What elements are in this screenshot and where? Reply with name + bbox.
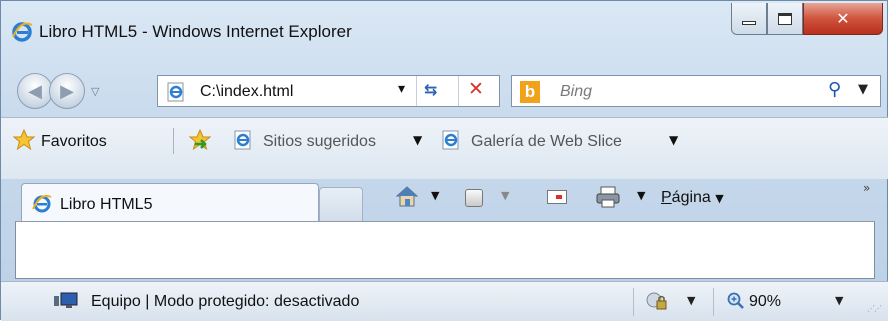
refresh-icon[interactable]: ⇆ [424,80,437,99]
new-tab-button[interactable] [319,187,363,221]
tab-libro-html5[interactable]: Libro HTML5 [21,183,319,221]
feeds-icon[interactable] [465,189,483,207]
divider [458,76,459,106]
computer-network-icon [54,292,78,308]
title-bar[interactable]: Libro HTML5 - Windows Internet Explorer … [1,1,888,63]
address-dropdown-icon[interactable]: ▾ [398,81,405,97]
address-bar[interactable]: C:\index.html ▾ ⇆ ✕ [157,75,500,107]
ie-icon [32,194,52,213]
favorites-bar: Favoritos Sitios sugeridos ▼ Galería de … [1,117,888,179]
favorites-label: Favoritos [41,133,107,150]
ie-page-icon [167,82,184,102]
status-text: Equipo | Modo protegido: desactivado [91,293,360,310]
divider [633,288,634,316]
page-menu-label: ágina [671,189,711,206]
tab-row: Libro HTML5 ▼ ▼ ▼ Página ▼ » [1,177,888,221]
maximize-button[interactable] [767,3,803,35]
ie-window: Libro HTML5 - Windows Internet Explorer … [0,0,888,321]
favorites-row: Favoritos Sitios sugeridos ▼ Galería de … [1,126,888,158]
web-slice-gallery-label: Galería de Web Slice [471,133,622,150]
divider [173,128,174,154]
feeds-dropdown-icon[interactable]: ▼ [501,189,509,202]
status-bar: Equipo | Modo protegido: desactivado ▼ 9… [1,281,888,321]
globe-lock-icon[interactable] [645,290,669,312]
page-menu-button[interactable]: Página ▼ [661,189,724,207]
search-options-dropdown-icon[interactable]: ▼ [858,82,868,97]
search-box[interactable]: b Bing ⚲ ▼ [511,75,881,107]
resize-grip-icon[interactable]: ⋰⋰ [867,304,882,313]
forward-button[interactable]: ▶ [49,73,85,109]
search-input[interactable]: Bing [560,83,592,101]
zoom-dropdown-icon[interactable]: ▼ [835,294,843,307]
ie-page-icon [234,130,251,150]
divider [713,288,714,316]
navigation-bar: ◀ ▶ ▽ C:\index.html ▾ ⇆ ✕ b Bing ⚲ ▼ [1,63,888,117]
protected-mode-dropdown-icon[interactable]: ▼ [687,294,695,307]
chevron-down-icon: ▼ [669,133,679,147]
chevron-down-icon: ▼ [413,133,423,147]
print-dropdown-icon[interactable]: ▼ [637,189,645,202]
stop-icon[interactable]: ✕ [468,78,484,100]
recent-pages-dropdown-icon[interactable]: ▽ [91,85,99,98]
home-icon[interactable] [395,185,419,209]
read-mail-icon[interactable] [547,190,567,204]
window-controls: ✕ [731,3,883,35]
home-dropdown-icon[interactable]: ▼ [431,189,439,202]
address-input[interactable]: C:\index.html [200,83,293,101]
magnifier-icon [727,292,744,309]
back-arrow-icon: ◀ [28,80,42,101]
more-commands-icon[interactable]: » [863,181,870,195]
ie-icon [12,22,33,42]
minimize-button[interactable] [731,3,767,35]
bing-logo-icon: b [520,81,540,103]
tab-label: Libro HTML5 [60,196,153,213]
add-to-favorites-icon[interactable] [189,129,211,151]
close-button[interactable]: ✕ [803,3,883,35]
suggested-sites-label: Sitios sugeridos [263,133,376,150]
printer-icon[interactable] [595,185,621,209]
forward-arrow-icon: ▶ [60,80,74,101]
page-content[interactable] [15,221,875,279]
search-icon[interactable]: ⚲ [828,79,841,100]
chevron-down-icon: ▼ [715,192,724,205]
divider [416,76,417,106]
page-menu-accesskey: P [661,189,672,206]
minimize-icon [742,20,756,25]
star-icon [13,129,35,151]
close-icon: ✕ [836,9,850,28]
back-button[interactable]: ◀ [17,73,53,109]
zoom-level[interactable]: 90% [749,293,781,311]
ie-page-icon [442,130,459,150]
maximize-icon [778,12,792,25]
window-title: Libro HTML5 - Windows Internet Explorer [39,22,352,41]
